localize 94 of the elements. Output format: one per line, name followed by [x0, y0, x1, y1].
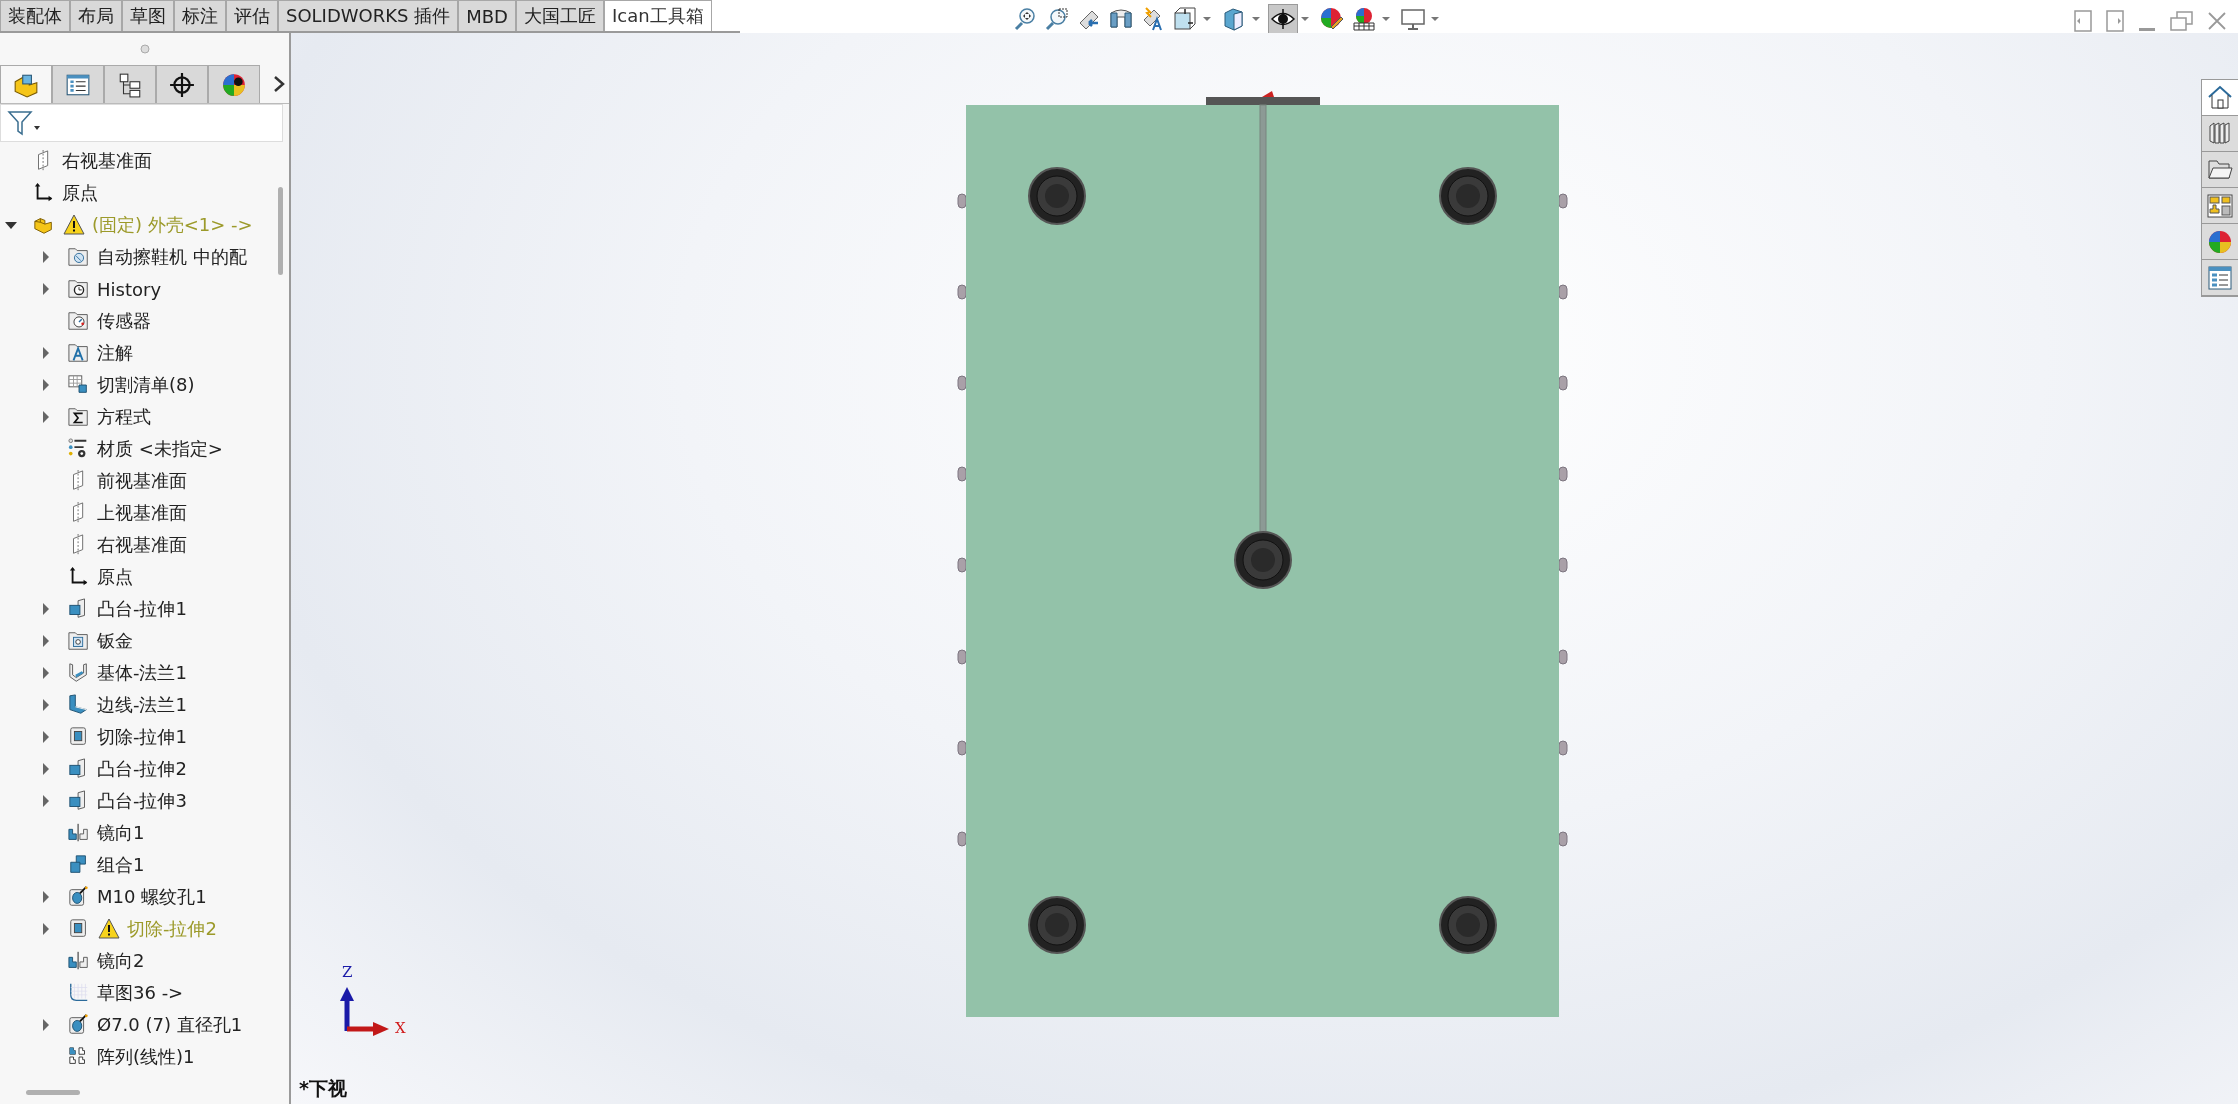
ribbon-tab[interactable]: 装配体 — [0, 0, 70, 31]
tree-item-label[interactable]: 切割清单(8) — [97, 373, 195, 397]
ribbon-tab[interactable]: Ican工具箱 — [603, 0, 712, 31]
appearances-tab[interactable] — [2202, 224, 2238, 260]
appearances-icon — [2207, 228, 2233, 255]
tree-item-label[interactable]: 方程式 — [97, 405, 151, 429]
configuration-icon — [117, 71, 143, 98]
tree-item-label[interactable]: 凸台-拉伸3 — [97, 789, 187, 813]
caret-icon[interactable] — [1301, 16, 1309, 22]
tree-item-label[interactable]: 自动擦鞋机 中的配 — [97, 245, 247, 269]
ribbon-tab[interactable]: 标注 — [174, 0, 226, 31]
view-name-label: *下视 — [299, 1076, 347, 1101]
tree-item-label[interactable]: 钣金 — [97, 629, 133, 653]
caret-icon[interactable] — [1431, 16, 1439, 22]
filter-icon[interactable] — [7, 110, 41, 136]
home-tab[interactable] — [2202, 80, 2238, 116]
property-tab[interactable] — [52, 65, 104, 103]
ribbon-tab[interactable]: 布局 — [70, 0, 122, 31]
feature-tree-tab[interactable] — [0, 65, 52, 103]
tree-item-label[interactable]: 原点 — [97, 565, 133, 589]
sketch-icon — [68, 982, 90, 1004]
mirror-icon — [68, 950, 90, 972]
display-icon — [221, 71, 247, 98]
configuration-tab[interactable] — [104, 65, 156, 103]
hole-icon — [68, 1014, 90, 1036]
origin-icon — [33, 182, 55, 204]
tree-item-label[interactable]: 右视基准面 — [62, 149, 152, 173]
chevron-right-icon[interactable] — [273, 75, 285, 93]
caret-icon[interactable] — [1252, 16, 1260, 22]
edit-appearance-icon — [1320, 7, 1344, 31]
tree-item-label[interactable]: 前视基准面 — [97, 469, 187, 493]
hide-show-icon — [1271, 7, 1295, 31]
dock-right-icon[interactable] — [2106, 10, 2124, 32]
custom-properties-icon — [2207, 264, 2233, 291]
scrollbar-thumb[interactable] — [278, 187, 283, 275]
tree-item-label[interactable]: 注解 — [97, 341, 133, 365]
mirror-icon — [68, 822, 90, 844]
tree-item-label[interactable]: M10 螺纹孔1 — [97, 885, 207, 909]
caret-icon[interactable] — [1203, 16, 1211, 22]
tree-item-label[interactable]: 凸台-拉伸1 — [97, 597, 187, 621]
tree-item-label[interactable]: 上视基准面 — [97, 501, 187, 525]
tree-item-label[interactable]: Ø7.0 (7) 直径孔1 — [97, 1013, 243, 1037]
tree-item-label[interactable]: 组合1 — [97, 853, 145, 877]
z-axis-label: Z — [342, 963, 353, 981]
dock-left-icon[interactable] — [2074, 10, 2092, 32]
grip-handle-icon[interactable] — [139, 44, 150, 54]
library-icon — [2207, 120, 2233, 147]
section-view-icon — [1109, 7, 1133, 31]
sheetmetal-icon — [68, 630, 90, 652]
ribbon-tab[interactable]: MBD — [458, 0, 516, 31]
tree-item-label[interactable]: 基体-法兰1 — [97, 661, 187, 685]
home-icon — [2207, 84, 2233, 111]
tree-item-label[interactable]: 镜向1 — [97, 821, 145, 845]
tree-item-label[interactable]: 传感器 — [97, 309, 151, 333]
tree-item-label[interactable]: 镜向2 — [97, 949, 145, 973]
equation-icon — [68, 406, 90, 428]
tree-item-label[interactable]: 材质 <未指定> — [97, 437, 223, 461]
close-icon[interactable] — [2208, 12, 2226, 30]
hole-icon — [68, 886, 90, 908]
annotation-icon — [68, 342, 90, 364]
dynamic-annotation-icon — [1141, 7, 1165, 31]
cutlist-icon — [68, 374, 90, 396]
x-axis-label: X — [395, 1019, 406, 1037]
origin-icon — [68, 566, 90, 588]
tree-item-label[interactable]: 草图36 -> — [97, 981, 184, 1005]
dimxpert-icon — [169, 71, 195, 98]
baseflange-icon — [68, 662, 90, 684]
tree-item-label[interactable]: 原点 — [62, 181, 98, 205]
hide-show-button[interactable] — [1268, 4, 1298, 34]
tree-item-label[interactable]: 阵列(线性)1 — [97, 1045, 195, 1069]
caret-icon[interactable] — [1382, 16, 1390, 22]
edgeflange-icon — [68, 694, 90, 716]
tree-item-label[interactable]: 凸台-拉伸2 — [97, 757, 187, 781]
ribbon-tab[interactable]: 大国工匠 — [515, 0, 604, 31]
display-tab[interactable] — [208, 65, 260, 103]
ribbon-tab[interactable]: 评估 — [226, 0, 278, 31]
dimxpert-tab[interactable] — [156, 65, 208, 103]
ribbon-tab[interactable]: 草图 — [122, 0, 174, 31]
custom-properties-tab[interactable] — [2202, 260, 2238, 296]
mates-icon — [68, 246, 90, 268]
ribbon-tab[interactable]: SOLIDWORKS 插件 — [278, 0, 459, 31]
library-tab[interactable] — [2202, 116, 2238, 152]
tree-item-label[interactable]: 右视基准面 — [97, 533, 187, 557]
tree-item-label[interactable]: 切除-拉伸1 — [97, 725, 187, 749]
scrollbar-thumb[interactable] — [26, 1089, 80, 1095]
palette-icon — [2207, 192, 2233, 219]
tree-item-label[interactable]: History — [97, 278, 162, 300]
palette-tab[interactable] — [2202, 188, 2238, 224]
sensor-icon — [68, 310, 90, 332]
tree-item-label[interactable]: 边线-法兰1 — [97, 693, 187, 717]
display-style-icon — [1222, 7, 1246, 31]
file-explorer-tab[interactable] — [2202, 152, 2238, 188]
history-icon — [68, 278, 90, 300]
view-orientation-icon — [1173, 7, 1197, 31]
